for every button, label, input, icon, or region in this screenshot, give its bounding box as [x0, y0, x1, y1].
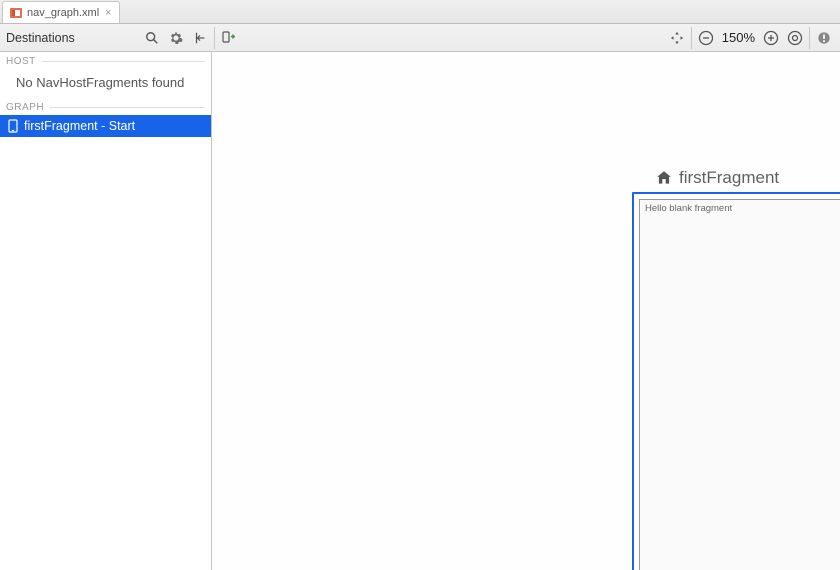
host-message: No NavHostFragments found	[0, 69, 211, 98]
host-header-text: HOST	[6, 56, 36, 67]
file-tab[interactable]: nav_graph.xml ×	[2, 1, 120, 23]
fragment-preview: Hello blank fragment	[639, 199, 840, 570]
design-canvas[interactable]: firstFragment Hello blank fragment	[212, 52, 840, 570]
host-section-header: HOST	[0, 52, 211, 69]
add-destination-icon[interactable]	[219, 28, 239, 48]
tab-bar: nav_graph.xml ×	[0, 0, 840, 24]
destinations-label: Destinations	[6, 31, 138, 45]
zoom-out-icon[interactable]	[696, 28, 716, 48]
zoom-level[interactable]: 150%	[720, 30, 757, 45]
search-icon[interactable]	[142, 28, 162, 48]
close-tab-icon[interactable]: ×	[103, 8, 113, 18]
fragment-body-text: Hello blank fragment	[640, 200, 840, 217]
autosize-icon[interactable]	[190, 28, 210, 48]
tool-bar: Destinations	[0, 24, 840, 52]
fragment-label[interactable]: firstFragment	[655, 168, 779, 188]
home-icon	[655, 169, 673, 187]
graph-section-header: GRAPH	[0, 98, 211, 115]
tab-filename: nav_graph.xml	[27, 7, 99, 19]
main-area: HOST No NavHostFragments found GRAPH fir…	[0, 52, 840, 570]
graph-item-label: firstFragment - Start	[24, 119, 135, 133]
graph-item[interactable]: firstFragment - Start	[0, 115, 211, 137]
fragment-title-text: firstFragment	[679, 168, 779, 188]
pan-surface-icon[interactable]	[667, 28, 687, 48]
nav-xml-file-icon	[9, 6, 23, 20]
gear-icon[interactable]	[166, 28, 186, 48]
fragment-node[interactable]: Hello blank fragment	[632, 192, 840, 570]
warning-icon[interactable]	[814, 28, 834, 48]
zoom-reset-icon[interactable]	[785, 28, 805, 48]
sidebar: HOST No NavHostFragments found GRAPH fir…	[0, 52, 212, 570]
zoom-in-icon[interactable]	[761, 28, 781, 48]
phone-icon	[8, 119, 18, 133]
graph-header-text: GRAPH	[6, 102, 44, 113]
